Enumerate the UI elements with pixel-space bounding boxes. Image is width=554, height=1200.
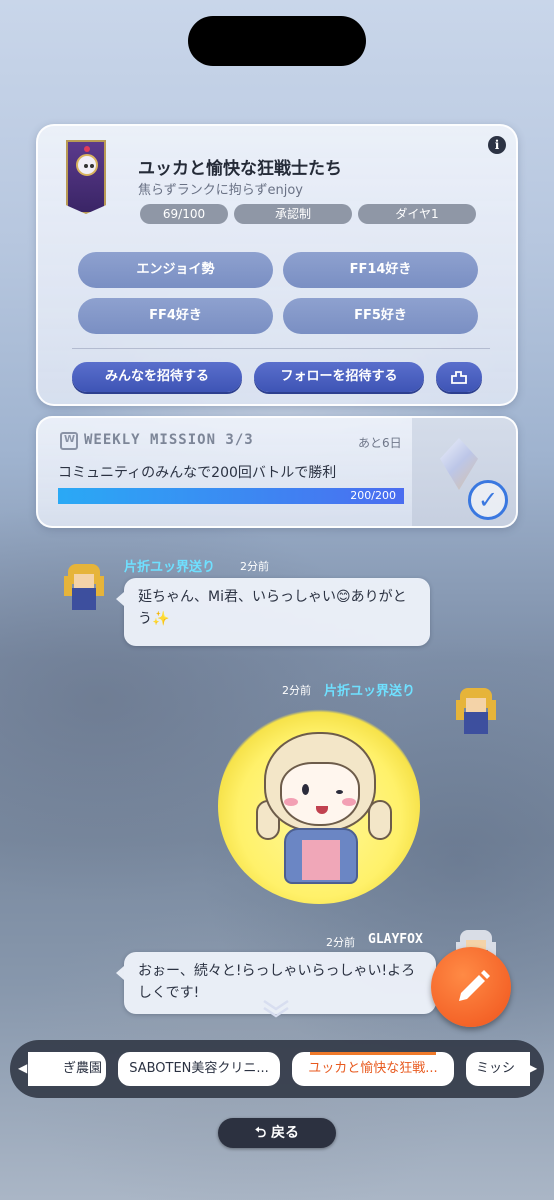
weekly-mission-card[interactable]: WEEKLY MISSION 3/3 あと6日 コミュニティのみんなで200回バ… [36,416,518,528]
tag-ff4[interactable]: FF4好き [78,298,273,334]
crystal-icon [440,438,478,490]
divider [72,348,490,349]
tab-community[interactable]: ミッシ [466,1052,530,1086]
tab-community-active[interactable]: ユッカと愉快な狂戦... [292,1052,454,1086]
mission-progress-bar: 200/200 [58,488,404,504]
chat-timestamp: 2分前 [326,936,355,949]
share-icon [451,371,467,384]
community-tab-bar: ◀ ぎ農園 SABOTEN美容クリニ... ユッカと愉快な狂戦... ミッシ ▶ [10,1040,544,1098]
community-emblem [66,140,106,214]
calendar-icon [60,432,78,450]
tag-enjoy[interactable]: エンジョイ勢 [78,252,273,288]
share-button[interactable] [436,362,482,392]
chat-timestamp: 2分前 [240,560,269,573]
rank-badge: ダイヤ1 [358,204,476,224]
approval-badge: 承認制 [234,204,352,224]
avatar[interactable] [62,562,106,614]
chat-timestamp: 2分前 [282,684,311,697]
mission-title: WEEKLY MISSION 3/3 [84,432,254,448]
chat-sender-name: 片折ユッ界送り [124,560,216,575]
chat-sender-name: 片折ユッ界送り [324,684,416,699]
member-count-badge: 69/100 [140,204,228,224]
mission-remaining: あと6日 [358,436,402,450]
pencil-icon [459,970,490,1001]
community-card: i ユッカと愉快な狂戦士たち 焦らずランクに拘らずenjoy 69/100 承認… [36,124,518,406]
back-arrow-icon: ⮌ [254,1125,272,1141]
tag-grid: エンジョイ勢 FF14好き FF4好き FF5好き [78,252,478,334]
mission-progress-text: 200/200 [350,489,396,502]
invite-row: みんなを招待する フォローを招待する [72,362,482,392]
compose-button[interactable] [431,947,511,1027]
mission-reward: ✓ [412,418,516,526]
mission-text: コミュニティのみんなで200回バトルで勝利 [58,465,337,481]
community-name: ユッカと愉快な狂戦士たち [138,159,342,179]
avatar[interactable] [454,686,498,738]
tab-community[interactable]: ぎ農園 [28,1052,106,1086]
tag-ff14[interactable]: FF14好き [283,252,478,288]
invite-all-button[interactable]: みんなを招待する [72,362,242,392]
tab-community[interactable]: SABOTEN美容クリニ... [118,1052,280,1086]
community-badges: 69/100 承認制 ダイヤ1 [140,204,476,224]
scroll-left-icon[interactable]: ◀ [18,1061,27,1075]
back-button[interactable]: ⮌ 戻る [218,1118,336,1148]
camera-notch [188,16,366,66]
check-icon: ✓ [468,480,508,520]
chat-sender-name: GLAYFOX [368,932,423,947]
community-description: 焦らずランクに拘らずenjoy [138,183,303,198]
invite-follow-button[interactable]: フォローを招待する [254,362,424,392]
scroll-right-icon[interactable]: ▶ [528,1061,537,1075]
info-icon[interactable]: i [488,136,506,154]
chat-sticker[interactable] [218,708,420,904]
chat-bubble[interactable]: 延ちゃん、Mi君、いらっしゃい😊ありがとう✨ [116,578,430,646]
back-label: 戻る [271,1125,300,1141]
tag-ff5[interactable]: FF5好き [283,298,478,334]
scroll-down-icon[interactable] [262,998,290,1018]
